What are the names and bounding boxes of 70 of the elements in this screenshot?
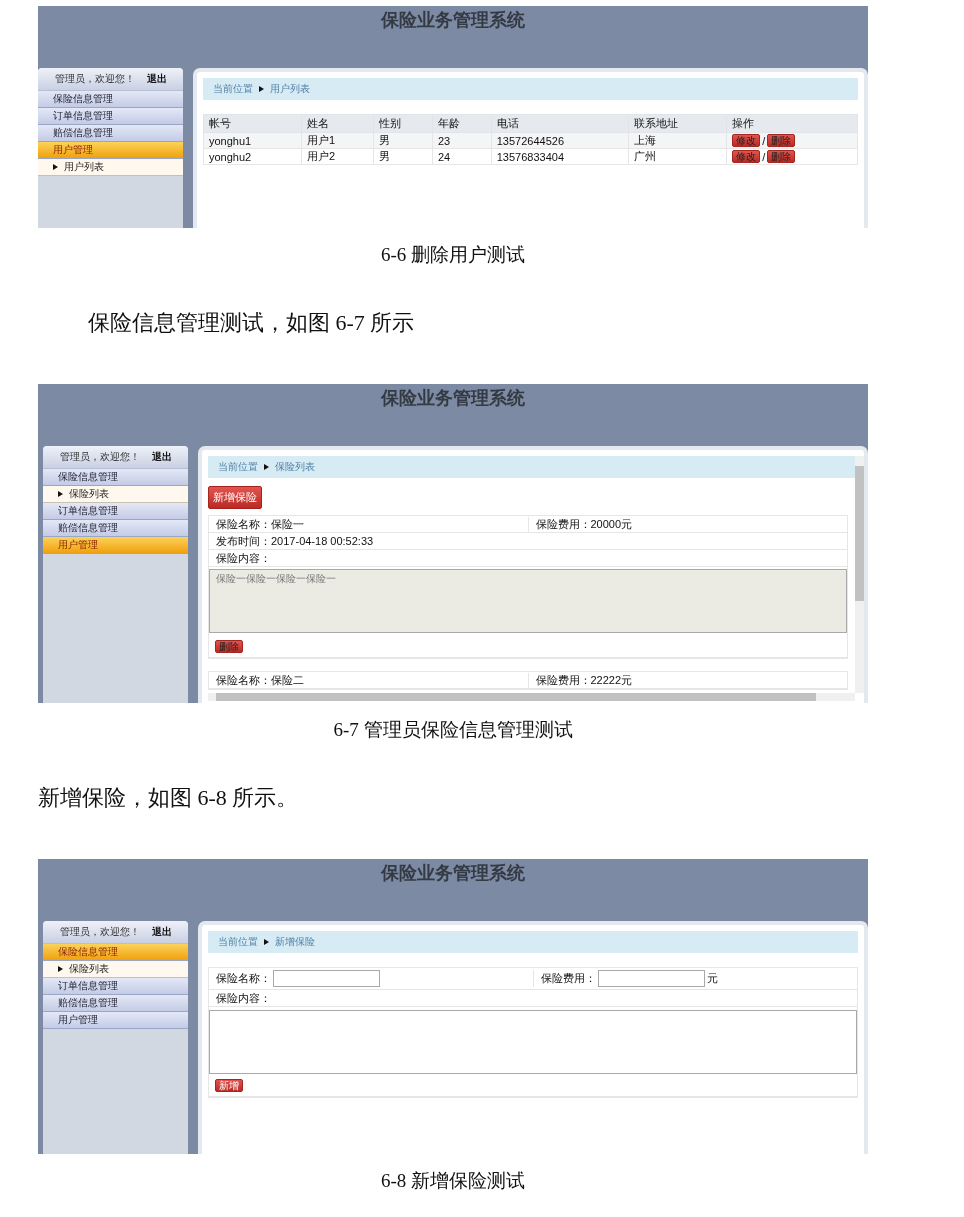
figure-caption: 6-8 新增保险测试 bbox=[380, 1169, 526, 1193]
nav-item[interactable]: 保险信息管理 bbox=[43, 469, 188, 486]
nav-item[interactable]: 赔偿信息管理 bbox=[43, 995, 188, 1012]
body-text: 新增保险，如图 6-8 所示。 bbox=[38, 784, 300, 812]
breadcrumb-link[interactable]: 当前位置 bbox=[218, 935, 258, 949]
nav-item[interactable]: 订单信息管理 bbox=[38, 108, 183, 125]
nav-item[interactable]: 保险信息管理 bbox=[43, 944, 188, 961]
name-input[interactable] bbox=[273, 970, 380, 987]
triangle-icon bbox=[58, 966, 63, 972]
logout-link[interactable]: 退出 bbox=[146, 72, 167, 86]
nav-item[interactable]: 用户管理 bbox=[38, 142, 183, 159]
content-label: 保险内容： bbox=[215, 550, 272, 566]
breadcrumb-current: 用户列表 bbox=[270, 82, 310, 96]
nav-item[interactable]: 保险信息管理 bbox=[38, 91, 183, 108]
fee-input[interactable] bbox=[597, 970, 705, 987]
triangle-icon bbox=[53, 164, 58, 170]
edit-button[interactable]: 修改 bbox=[732, 150, 761, 163]
nav-item[interactable]: 用户管理 bbox=[43, 1012, 188, 1029]
edit-button[interactable]: 修改 bbox=[732, 134, 761, 147]
system-title: 保险业务管理系统 bbox=[381, 387, 525, 410]
nav-subitem[interactable]: 保险列表 bbox=[43, 486, 188, 503]
breadcrumb-current: 保险列表 bbox=[275, 460, 315, 474]
horizontal-scrollbar[interactable] bbox=[208, 693, 855, 701]
column-header: 性别 bbox=[373, 114, 433, 133]
system-title: 保险业务管理系统 bbox=[381, 862, 525, 885]
triangle-icon bbox=[264, 464, 269, 470]
column-header: 电话 bbox=[491, 114, 629, 133]
fee-label: 保险费用： bbox=[540, 971, 596, 986]
add-button[interactable]: 新增 bbox=[215, 1079, 243, 1092]
nav-item[interactable]: 订单信息管理 bbox=[43, 503, 188, 520]
triangle-icon bbox=[264, 939, 269, 945]
column-header: 操作 bbox=[726, 114, 858, 133]
nav-subitem[interactable]: 用户列表 bbox=[38, 159, 183, 176]
breadcrumb-link[interactable]: 当前位置 bbox=[218, 460, 258, 474]
column-header: 联系地址 bbox=[628, 114, 727, 133]
logout-link[interactable]: 退出 bbox=[151, 925, 172, 939]
figure-caption: 6-6 删除用户测试 bbox=[380, 243, 526, 267]
nav-item[interactable]: 订单信息管理 bbox=[43, 978, 188, 995]
insurance-name: 保险名称：保险二 bbox=[215, 672, 305, 688]
vertical-scrollbar[interactable] bbox=[855, 456, 864, 693]
separator-text: / bbox=[762, 150, 766, 163]
add-insurance-button[interactable]: 新增保险 bbox=[208, 486, 262, 509]
content-textarea[interactable]: 保险一保险一保险一保险一 bbox=[209, 569, 847, 633]
nav-item[interactable]: 赔偿信息管理 bbox=[43, 520, 188, 537]
column-header: 年龄 bbox=[432, 114, 492, 133]
logout-link[interactable]: 退出 bbox=[151, 450, 172, 464]
welcome-text: 管理员，欢迎您！ bbox=[59, 925, 140, 939]
welcome-text: 管理员，欢迎您！ bbox=[54, 72, 135, 86]
breadcrumb-current: 新增保险 bbox=[275, 935, 315, 949]
nav-item[interactable]: 赔偿信息管理 bbox=[38, 125, 183, 142]
insurance-fee: 保险费用：22222元 bbox=[527, 672, 847, 688]
nav-subitem[interactable]: 保险列表 bbox=[43, 961, 188, 978]
triangle-icon bbox=[58, 491, 63, 497]
body-text: 保险信息管理测试，如图 6-7 所示 bbox=[87, 309, 416, 337]
content-label: 保险内容： bbox=[215, 990, 272, 1006]
breadcrumb-link[interactable]: 当前位置 bbox=[213, 82, 253, 96]
welcome-text: 管理员，欢迎您！ bbox=[59, 450, 140, 464]
triangle-icon bbox=[259, 86, 264, 92]
system-title: 保险业务管理系统 bbox=[381, 9, 525, 32]
insurance-fee: 保险费用：20000元 bbox=[527, 516, 847, 532]
separator-text: / bbox=[762, 134, 766, 147]
content-textarea[interactable] bbox=[209, 1010, 857, 1074]
nav-item[interactable]: 用户管理 bbox=[43, 537, 188, 554]
figure-caption: 6-7 管理员保险信息管理测试 bbox=[333, 718, 573, 742]
column-header: 姓名 bbox=[301, 114, 374, 133]
publish-time: 发布时间：2017-04-18 00:52:33 bbox=[215, 533, 375, 549]
unit-text: 元 bbox=[706, 971, 718, 986]
name-label: 保险名称： bbox=[216, 971, 271, 986]
column-header: 帐号 bbox=[203, 114, 302, 133]
insurance-name: 保险名称：保险一 bbox=[215, 516, 305, 532]
